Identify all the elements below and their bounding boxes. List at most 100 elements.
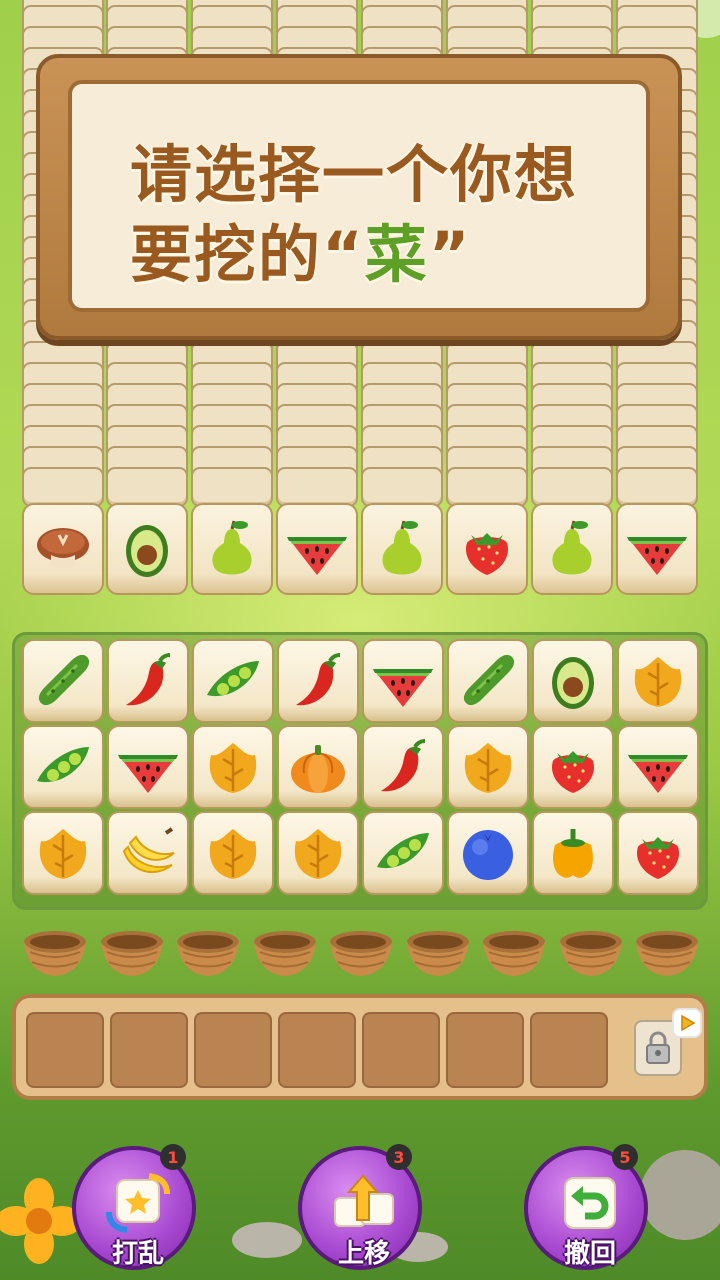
board-tile[interactable] [277,639,359,723]
board-tile[interactable] [107,725,189,809]
avocado-icon [126,525,168,577]
tray-slot [530,1012,608,1088]
chili-icon [126,653,171,706]
peapod-icon [207,661,259,697]
board-tile[interactable] [192,639,274,723]
tray-slot [362,1012,440,1088]
stack-top-tile[interactable] [361,503,443,595]
video-ad-icon[interactable] [672,1008,702,1038]
board-tile[interactable] [447,811,529,895]
flower-icon [0,1178,82,1264]
basket-icon [22,928,88,980]
board-tile[interactable] [532,811,614,895]
board-tile[interactable] [617,811,699,895]
board-tile[interactable] [22,639,104,723]
watermelon-icon [373,669,433,707]
board-tile[interactable] [447,639,529,723]
board-tile[interactable] [532,639,614,723]
pear-icon [552,520,592,575]
board-tile[interactable] [617,725,699,809]
leaf-icon [464,743,512,793]
leaf-icon [294,829,342,879]
stack-top-tile[interactable] [191,503,273,595]
blueberry-icon [463,830,513,880]
leaf-icon [209,829,257,879]
prompt-line-2-prefix: 要挖的 [130,218,323,291]
tile-board [12,632,708,910]
chili-icon [296,653,341,706]
stacked-tile [106,467,188,507]
board-tile[interactable] [362,811,444,895]
shuffle-dice-icon [106,1173,170,1233]
prompt-sign-panel: 请选择一个你想 要挖的“菜” [68,80,650,312]
pear-icon [382,520,422,575]
board-tile[interactable] [107,811,189,895]
cucumber-icon [463,654,515,706]
tray-slot [110,1012,188,1088]
stacked-tile [446,467,528,507]
basket-icon [481,928,547,980]
board-tile[interactable] [277,725,359,809]
tray-slot [446,1012,524,1088]
peapod-icon [377,833,429,869]
stack-top-tile[interactable] [276,503,358,595]
stack-top-tile[interactable] [446,503,528,595]
pear-icon [212,520,252,575]
undo-button[interactable]: 5 撤回 [524,1144,648,1270]
stack-top-tile[interactable] [22,503,104,595]
board-tile[interactable] [447,725,529,809]
watermelon-icon [287,537,347,575]
stacked-tile [22,467,104,507]
stack-top-tile[interactable] [616,503,698,595]
watermelon-icon [627,537,687,575]
stacked-tile [616,467,698,507]
board-tile[interactable] [277,811,359,895]
game-stage: 请选择一个你想 要挖的“菜” 1 打乱 3 上移 5 撤回 [0,0,720,1280]
tray-slot [278,1012,356,1088]
prompt-highlight: 菜 [364,218,429,291]
tray-slot [194,1012,272,1088]
leaf-icon [209,743,257,793]
rock [640,1150,720,1240]
collection-tray [12,994,708,1100]
rock [232,1222,302,1258]
board-tile[interactable] [362,639,444,723]
watermelon-icon [628,755,688,793]
basket-icon [175,928,241,980]
board-tile[interactable] [362,725,444,809]
strawberry-icon [551,751,595,793]
board-tile[interactable] [192,811,274,895]
undo-label: 撤回 [563,1239,616,1269]
stacked-tile [531,467,613,507]
board-tile[interactable] [532,725,614,809]
basket-icon [405,928,471,980]
undo-icon [564,1177,616,1229]
stacked-tile [191,467,273,507]
prompt-close-quote: ” [428,218,472,291]
basket-icon [252,928,318,980]
move-up-icon [334,1174,394,1227]
leaf-icon [39,829,87,879]
stack-top-tile[interactable] [531,503,613,595]
avocado-icon [552,657,594,709]
stack-top-tile[interactable] [106,503,188,595]
shuffle-button[interactable]: 1 打乱 [72,1144,196,1270]
board-tile[interactable] [617,639,699,723]
leaf-icon [634,657,682,707]
move-up-count-badge: 3 [386,1144,412,1170]
move-up-button[interactable]: 3 上移 [298,1144,422,1270]
basket-icon [634,928,700,980]
board-tile[interactable] [107,639,189,723]
board-tile[interactable] [192,725,274,809]
stacked-tile [361,467,443,507]
undo-count-badge: 5 [612,1144,638,1170]
prompt-line-1: 请选择一个你想 [130,138,579,211]
banana-icon [122,827,175,874]
bellpepper-icon [553,829,593,878]
pumpkin-icon [291,745,345,793]
basket-icon [328,928,394,980]
board-tile[interactable] [22,811,104,895]
peapod-icon [37,747,89,783]
prompt-sign: 请选择一个你想 要挖的“菜” [36,54,682,340]
board-tile[interactable] [22,725,104,809]
